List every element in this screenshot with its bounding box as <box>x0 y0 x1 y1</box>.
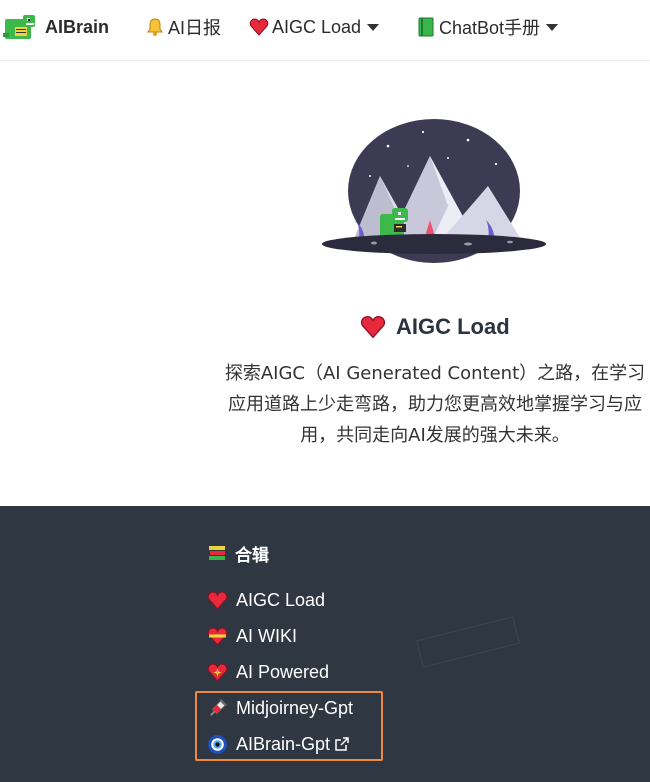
bell-icon <box>147 18 163 36</box>
heart-ribbon-icon <box>207 627 228 646</box>
green-book-icon <box>418 17 434 37</box>
heart-icon <box>360 315 386 339</box>
hero-title-text: AIGC Load <box>396 314 510 339</box>
external-link-icon <box>335 737 349 751</box>
footer-link-midjoirney-gpt[interactable]: Midjoirney-Gpt <box>207 695 353 721</box>
nav-item-ai-daily[interactable]: AI日报 <box>145 14 221 40</box>
nav-item-chatbot-manual[interactable]: ChatBot手册 <box>416 14 559 40</box>
heart-icon <box>249 18 269 36</box>
heart-icon <box>207 591 228 610</box>
footer-link-ai-powered[interactable]: AI Powered <box>207 659 329 685</box>
brand-name: AIBrain <box>45 16 110 37</box>
footer-link-ai-wiki[interactable]: AI WIKI <box>207 623 297 649</box>
brand-link[interactable]: AIBrain <box>3 14 109 40</box>
hero-title: AIGC Load <box>360 312 510 342</box>
nav-item-label: AIGC Load <box>272 16 362 37</box>
books-icon <box>209 546 225 560</box>
footer-link-label: AI WIKI <box>236 625 298 646</box>
hero-description: 探索AIGC（AI Generated Content）之路，在学习应用道路上少… <box>224 363 646 446</box>
nav-item-aigc-load[interactable]: AIGC Load <box>249 14 380 40</box>
footer-link-label: AI Powered <box>236 661 330 682</box>
nav-item-label: AI日报 <box>168 18 222 38</box>
sparkling-heart-icon <box>207 663 228 682</box>
footer-link-label: Midjoirney-Gpt <box>236 697 354 718</box>
footer-link-aibrain-gpt[interactable]: AIBrain-Gpt <box>207 731 349 757</box>
hero-illustration <box>322 119 546 263</box>
top-navbar: AIBrain AI日报 AIGC Load ChatBot手册 <box>0 0 650 61</box>
footer-link-label: AIGC Load <box>236 589 326 610</box>
dino-logo-icon <box>3 15 35 39</box>
nav-item-label: ChatBot手册 <box>439 18 541 38</box>
footer-collections-heading: 合辑 <box>207 540 269 566</box>
footer-link-aigc-load[interactable]: AIGC Load <box>207 587 325 613</box>
footer-link-label: AIBrain-Gpt <box>236 733 331 754</box>
syringe-icon <box>210 698 228 716</box>
chevron-down-icon <box>546 23 559 31</box>
footer-heading-text: 合辑 <box>235 545 269 565</box>
chevron-down-icon <box>367 23 380 31</box>
nazar-amulet-icon <box>208 734 227 754</box>
